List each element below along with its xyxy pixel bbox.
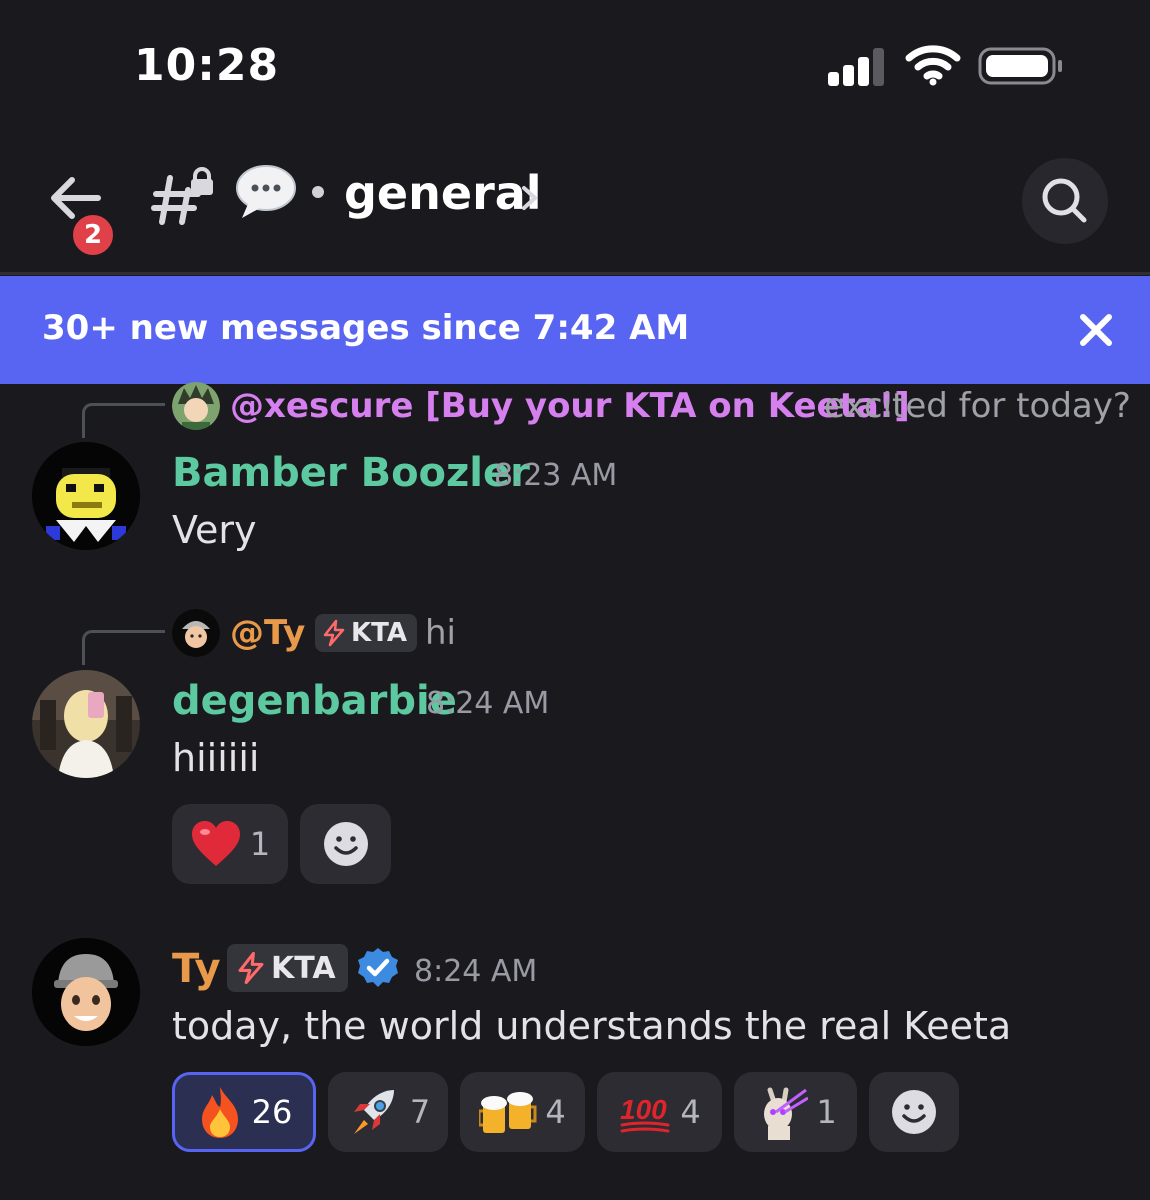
add-reaction-icon bbox=[323, 822, 368, 866]
rocket-icon bbox=[346, 1084, 402, 1140]
add-reaction-button[interactable] bbox=[300, 804, 391, 884]
close-icon[interactable] bbox=[1078, 312, 1114, 348]
username[interactable]: degenbarbie bbox=[172, 678, 457, 724]
user-avatar[interactable] bbox=[32, 442, 140, 550]
user-avatar[interactable] bbox=[32, 938, 140, 1046]
user-avatar[interactable] bbox=[32, 670, 140, 778]
reaction-count: 1 bbox=[249, 825, 271, 863]
add-reaction-button[interactable] bbox=[869, 1072, 959, 1152]
reply-mention[interactable]: @xescure [Buy your KTA on Keeta!] bbox=[230, 386, 910, 426]
reaction-fire[interactable]: 26 bbox=[172, 1072, 316, 1152]
reaction-count: 1 bbox=[816, 1093, 837, 1131]
new-messages-text[interactable]: 30+ new messages since 7:42 AM bbox=[42, 308, 689, 348]
message-text: Very bbox=[172, 508, 257, 552]
wifi-icon bbox=[905, 44, 961, 86]
reaction-hundred[interactable]: 100 4 bbox=[597, 1072, 722, 1152]
battery-icon bbox=[978, 46, 1064, 86]
fire-icon bbox=[196, 1085, 244, 1139]
status-time: 10:28 bbox=[134, 40, 280, 91]
reaction-count: 26 bbox=[251, 1093, 293, 1131]
search-button[interactable] bbox=[1022, 158, 1108, 244]
reaction-rocket[interactable]: 7 bbox=[328, 1072, 448, 1152]
reply-connector bbox=[82, 630, 165, 665]
role-tag-label: KTA bbox=[271, 950, 336, 986]
unread-badge: 2 bbox=[70, 212, 116, 258]
reply-connector bbox=[82, 403, 165, 438]
reaction-count: 4 bbox=[680, 1093, 701, 1131]
username[interactable]: Ty bbox=[172, 946, 221, 992]
reaction-custom-llama[interactable]: 1 bbox=[734, 1072, 857, 1152]
hundred-points-icon: 100 bbox=[618, 1087, 672, 1137]
svg-text:100: 100 bbox=[620, 1094, 667, 1125]
message-text: today, the world understands the real Ke… bbox=[172, 1004, 1012, 1048]
beer-mugs-icon bbox=[479, 1087, 537, 1137]
lightning-icon bbox=[238, 951, 264, 985]
role-tag: KTA bbox=[227, 944, 348, 992]
search-icon bbox=[1042, 178, 1087, 223]
cellular-signal-icon bbox=[828, 48, 888, 86]
reaction-heart[interactable]: 1 bbox=[172, 804, 288, 884]
laser-llama-icon bbox=[754, 1084, 809, 1140]
channel-name[interactable]: general bbox=[344, 166, 542, 220]
username[interactable]: Bamber Boozler bbox=[172, 450, 530, 496]
role-tag: KTA bbox=[315, 614, 417, 652]
lightning-icon bbox=[323, 619, 345, 647]
reply-preview-text[interactable]: hi bbox=[425, 613, 456, 653]
speech-bubble-icon bbox=[234, 162, 298, 222]
heart-icon bbox=[190, 820, 242, 868]
separator-dot bbox=[312, 186, 324, 198]
reply-preview-text[interactable]: excited for today? bbox=[824, 386, 1131, 426]
reaction-count: 4 bbox=[545, 1093, 566, 1131]
header-divider bbox=[0, 272, 1150, 275]
timestamp: 8:24 AM bbox=[426, 686, 550, 721]
chevron-right-icon[interactable] bbox=[518, 180, 542, 216]
private-channel-icon bbox=[150, 166, 216, 228]
reply-mention[interactable]: @Ty bbox=[230, 613, 305, 653]
add-reaction-icon bbox=[892, 1090, 936, 1134]
verified-badge-icon bbox=[356, 946, 400, 990]
role-tag-label: KTA bbox=[351, 618, 407, 648]
message-text: hiiiiii bbox=[172, 736, 260, 780]
reply-avatar[interactable] bbox=[172, 609, 220, 657]
reaction-count: 7 bbox=[409, 1093, 431, 1131]
timestamp: 8:24 AM bbox=[414, 954, 538, 989]
timestamp: 8:23 AM bbox=[494, 458, 618, 493]
reaction-beer-mugs[interactable]: 4 bbox=[460, 1072, 585, 1152]
reply-avatar[interactable] bbox=[172, 382, 220, 430]
